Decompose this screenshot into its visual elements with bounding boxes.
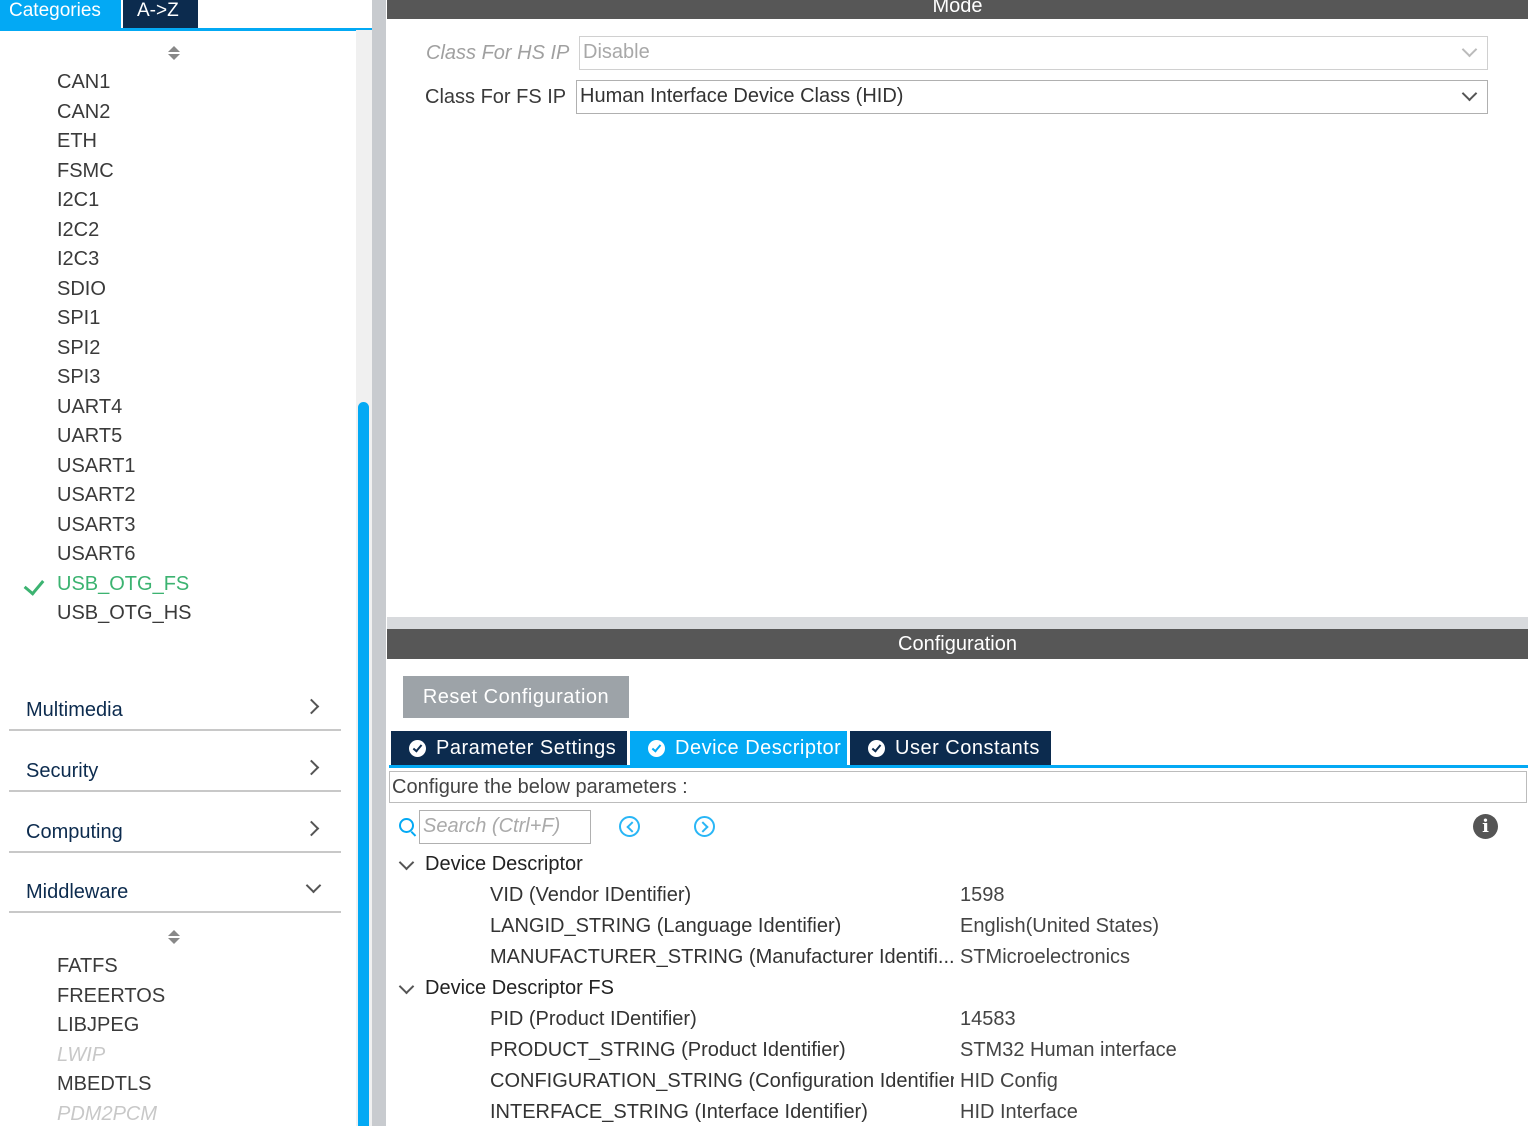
- peripheral-item-eth[interactable]: ETH: [0, 127, 340, 157]
- peripheral-item-usart6[interactable]: USART6: [0, 540, 340, 570]
- peripheral-item-usart3[interactable]: USART3: [0, 511, 340, 541]
- group-middleware[interactable]: Middleware: [9, 867, 341, 913]
- group-label: Security: [26, 760, 98, 783]
- group-label: Middleware: [26, 881, 128, 904]
- panel-divider[interactable]: [372, 0, 386, 1126]
- tab-a-to-z[interactable]: A->Z: [123, 0, 198, 28]
- chevron-right-icon: [304, 699, 320, 715]
- peripheral-item-can2[interactable]: CAN2: [0, 98, 340, 128]
- peripheral-item-usb-otg-fs[interactable]: USB_OTG_FS: [0, 570, 340, 600]
- group-label: Computing: [26, 821, 123, 844]
- peripheral-item-fsmc[interactable]: FSMC: [0, 157, 340, 187]
- peripheral-item-sdio[interactable]: SDIO: [0, 275, 340, 305]
- chevron-right-icon: [304, 821, 320, 837]
- connectivity-list: CAN1 CAN2 ETH FSMC I2C1 I2C2 I2C3 SDIO S…: [0, 68, 340, 629]
- section-device-descriptor[interactable]: Device Descriptor: [425, 853, 583, 876]
- chevron-down-icon: [1462, 42, 1478, 58]
- group-multimedia[interactable]: Multimedia: [9, 685, 341, 731]
- check-icon: [24, 574, 45, 596]
- tab-categories[interactable]: Categories: [0, 0, 121, 28]
- peripheral-item-usart2[interactable]: USART2: [0, 481, 340, 511]
- section-device-descriptor-fs[interactable]: Device Descriptor FS: [425, 977, 614, 1000]
- middleware-list: FATFS FREERTOS LIBJPEG LWIP MBEDTLS PDM2…: [0, 952, 340, 1129]
- peripheral-item-can1[interactable]: CAN1: [0, 68, 340, 98]
- group-security[interactable]: Security: [9, 746, 341, 792]
- fs-class-label: Class For FS IP: [425, 86, 566, 109]
- info-icon[interactable]: i: [1473, 814, 1498, 839]
- peripheral-item-usb-otg-hs[interactable]: USB_OTG_HS: [0, 599, 340, 629]
- peripheral-item-usart1[interactable]: USART1: [0, 452, 340, 482]
- mode-config-splitter[interactable]: [387, 617, 1528, 629]
- chevron-down-icon: [306, 878, 322, 894]
- check-circle-icon: [868, 740, 885, 757]
- peripheral-item-spi1[interactable]: SPI1: [0, 304, 340, 334]
- next-match-icon[interactable]: [694, 816, 715, 837]
- peripheral-item-i2c2[interactable]: I2C2: [0, 216, 340, 246]
- peripheral-item-spi3[interactable]: SPI3: [0, 363, 340, 393]
- tab-device-descriptor[interactable]: Device Descriptor: [630, 731, 847, 765]
- hs-class-select: Disable: [579, 36, 1488, 70]
- check-circle-icon: [409, 740, 426, 757]
- previous-match-icon[interactable]: [619, 816, 640, 837]
- middleware-item-lwip: LWIP: [0, 1041, 340, 1071]
- parameters-info-text: Configure the below parameters :: [389, 771, 1527, 803]
- sort-icon[interactable]: [166, 45, 182, 63]
- hs-class-label: Class For HS IP: [426, 42, 569, 65]
- configuration-header: Configuration: [387, 629, 1528, 659]
- middleware-item-freertos[interactable]: FREERTOS: [0, 982, 340, 1012]
- middleware-item-mbedtls[interactable]: MBEDTLS: [0, 1070, 340, 1100]
- peripheral-item-i2c3[interactable]: I2C3: [0, 245, 340, 275]
- tab-parameter-settings[interactable]: Parameter Settings: [391, 731, 627, 765]
- reset-configuration-button[interactable]: Reset Configuration: [403, 676, 629, 718]
- chevron-down-icon: [1462, 86, 1478, 102]
- search-input[interactable]: Search (Ctrl+F): [419, 810, 591, 844]
- middleware-item-pdm2pcm: PDM2PCM: [0, 1100, 340, 1129]
- sort-icon[interactable]: [166, 929, 182, 947]
- group-label: Multimedia: [26, 699, 123, 722]
- peripheral-item-spi2[interactable]: SPI2: [0, 334, 340, 364]
- peripheral-item-uart4[interactable]: UART4: [0, 393, 340, 423]
- middleware-item-libjpeg[interactable]: LIBJPEG: [0, 1011, 340, 1041]
- category-tab-bar: Categories A->Z: [0, 0, 372, 31]
- check-circle-icon: [648, 740, 665, 757]
- middleware-item-fatfs[interactable]: FATFS: [0, 952, 340, 982]
- fs-class-select[interactable]: Human Interface Device Class (HID): [576, 80, 1488, 114]
- tab-underline: [389, 765, 1528, 768]
- peripheral-item-uart5[interactable]: UART5: [0, 422, 340, 452]
- search-icon: [399, 818, 414, 833]
- scrollbar-thumb[interactable]: [358, 402, 369, 1126]
- tab-user-constants[interactable]: User Constants: [850, 731, 1051, 765]
- group-computing[interactable]: Computing: [9, 807, 341, 853]
- chevron-right-icon: [304, 760, 320, 776]
- mode-header: Mode: [387, 0, 1528, 19]
- peripheral-item-i2c1[interactable]: I2C1: [0, 186, 340, 216]
- categories-panel: Categories A->Z CAN1 CAN2 ETH FSMC I2C1 …: [0, 0, 372, 1126]
